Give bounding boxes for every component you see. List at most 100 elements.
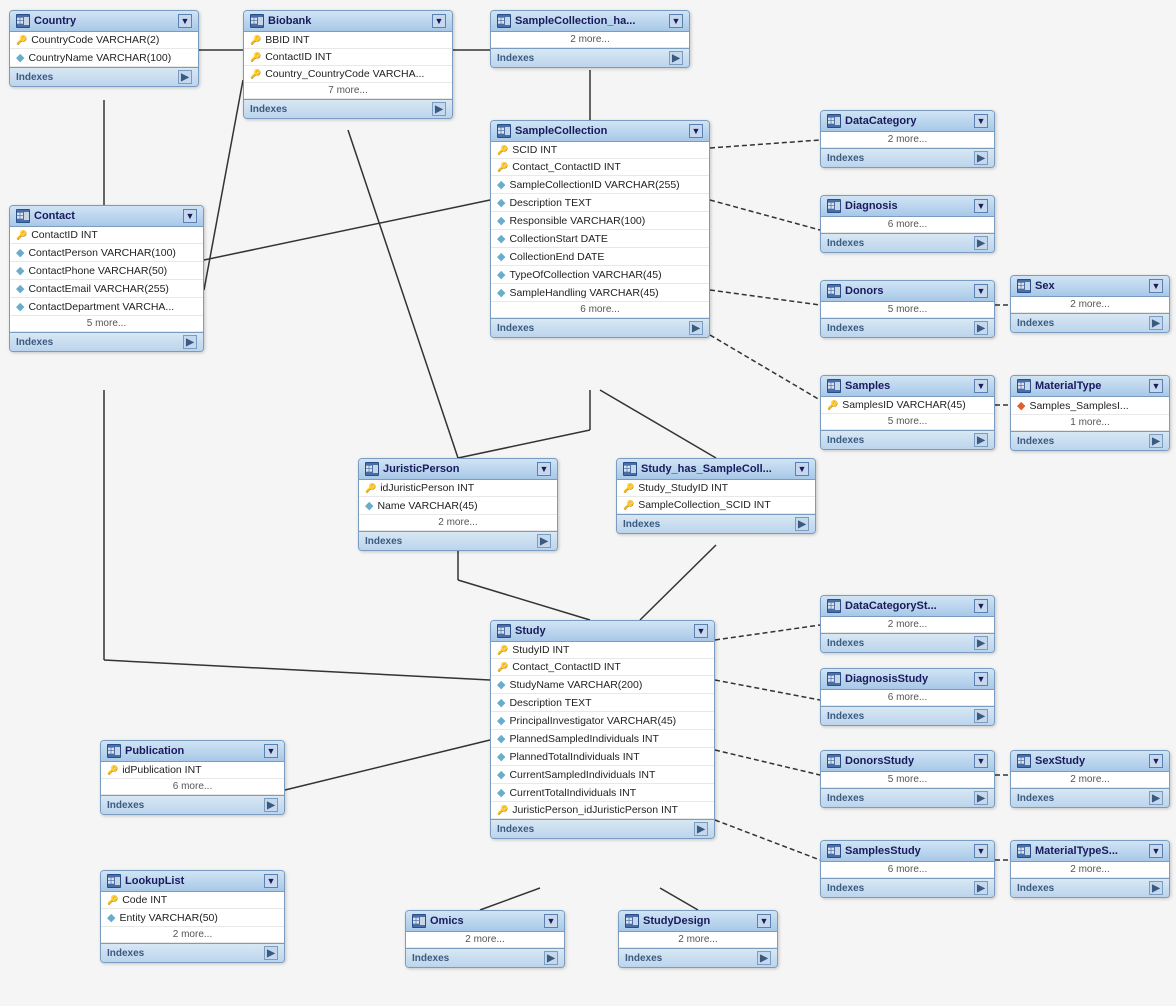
table-datacategory[interactable]: DataCategory▼2 more...Indexes▶ [820,110,995,168]
table-donorsstudy[interactable]: DonorsStudy▼5 more...Indexes▶ [820,750,995,808]
table-country[interactable]: Country▼🔑CountryCode VARCHAR(2)◆CountryN… [9,10,199,87]
key-icon: 🔑 [497,805,508,816]
table-materialtypes[interactable]: MaterialTypeS...▼2 more...Indexes▶ [1010,840,1170,898]
table-type-icon [1017,279,1031,293]
indexes-expand-button[interactable]: ▶ [689,321,703,335]
table-field-row: ◆Description TEXT [491,694,714,712]
table-samplecollection_ha[interactable]: SampleCollection_ha...▼2 more...Indexes▶ [490,10,690,68]
indexes-expand-button[interactable]: ▶ [757,951,771,965]
table-collapse-button[interactable]: ▼ [264,744,278,758]
table-collapse-button[interactable]: ▼ [1149,754,1163,768]
table-studydesign[interactable]: StudyDesign▼2 more...Indexes▶ [618,910,778,968]
indexes-expand-button[interactable]: ▶ [1149,881,1163,895]
table-sexstudy[interactable]: SexStudy▼2 more...Indexes▶ [1010,750,1170,808]
table-collapse-button[interactable]: ▼ [1149,844,1163,858]
field-name: Description TEXT [509,697,591,709]
indexes-expand-button[interactable]: ▶ [1149,316,1163,330]
table-contact[interactable]: Contact▼🔑ContactID INT◆ContactPerson VAR… [9,205,204,352]
indexes-expand-button[interactable]: ▶ [974,321,988,335]
indexes-expand-button[interactable]: ▶ [432,102,446,116]
table-collapse-button[interactable]: ▼ [974,599,988,613]
key-icon: 🔑 [623,500,634,511]
table-field-row: ◆ContactPhone VARCHAR(50) [10,262,203,280]
table-footer-diagnosis: Indexes▶ [821,233,994,252]
table-donors[interactable]: Donors▼5 more...Indexes▶ [820,280,995,338]
diamond-icon: ◆ [16,300,24,313]
table-fields-biobank: 🔑BBID INT🔑ContactID INT🔑Country_CountryC… [244,32,452,83]
table-collapse-button[interactable]: ▼ [264,874,278,888]
table-datacategoryst[interactable]: DataCategorySt...▼2 more...Indexes▶ [820,595,995,653]
table-collapse-button[interactable]: ▼ [694,624,708,638]
field-name: StudyName VARCHAR(200) [509,679,642,691]
table-collapse-button[interactable]: ▼ [183,209,197,223]
indexes-expand-button[interactable]: ▶ [974,791,988,805]
table-biobank[interactable]: Biobank▼🔑BBID INT🔑ContactID INT🔑Country_… [243,10,453,119]
table-footer-datacategory: Indexes▶ [821,148,994,167]
table-study[interactable]: Study▼🔑StudyID INT🔑Contact_ContactID INT… [490,620,715,839]
indexes-expand-button[interactable]: ▶ [264,946,278,960]
indexes-expand-button[interactable]: ▶ [537,534,551,548]
indexes-expand-button[interactable]: ▶ [264,798,278,812]
indexes-expand-button[interactable]: ▶ [694,822,708,836]
table-collapse-button[interactable]: ▼ [795,462,809,476]
indexes-expand-button[interactable]: ▶ [544,951,558,965]
table-field-row: ◆ContactDepartment VARCHA... [10,298,203,316]
table-collapse-button[interactable]: ▼ [669,14,683,28]
table-collapse-button[interactable]: ▼ [974,754,988,768]
table-field-row: 🔑JuristicPerson_idJuristicPerson INT [491,802,714,819]
table-collapse-button[interactable]: ▼ [757,914,771,928]
more-rows-indicator: 2 more... [1011,862,1169,878]
table-collapse-button[interactable]: ▼ [974,114,988,128]
indexes-label: Indexes [412,953,449,964]
table-fields-materialtype: ◆Samples_SamplesI... [1011,397,1169,415]
table-collapse-button[interactable]: ▼ [974,379,988,393]
table-collapse-button[interactable]: ▼ [178,14,192,28]
table-collapse-button[interactable]: ▼ [974,284,988,298]
indexes-expand-button[interactable]: ▶ [974,236,988,250]
indexes-expand-button[interactable]: ▶ [1149,791,1163,805]
table-collapse-button[interactable]: ▼ [974,844,988,858]
field-name: Name VARCHAR(45) [377,500,477,512]
table-collapse-button[interactable]: ▼ [689,124,703,138]
table-title-lookuplist: LookupList [125,875,184,887]
indexes-expand-button[interactable]: ▶ [974,636,988,650]
indexes-expand-button[interactable]: ▶ [178,70,192,84]
table-collapse-button[interactable]: ▼ [432,14,446,28]
table-collapse-button[interactable]: ▼ [1149,379,1163,393]
table-samplesstudy[interactable]: SamplesStudy▼6 more...Indexes▶ [820,840,995,898]
table-publication[interactable]: Publication▼🔑idPublication INT6 more...I… [100,740,285,815]
table-footer-donors: Indexes▶ [821,318,994,337]
indexes-expand-button[interactable]: ▶ [974,151,988,165]
table-sex[interactable]: Sex▼2 more...Indexes▶ [1010,275,1170,333]
indexes-expand-button[interactable]: ▶ [1149,434,1163,448]
table-diagnosisstudy[interactable]: DiagnosisStudy▼6 more...Indexes▶ [820,668,995,726]
indexes-expand-button[interactable]: ▶ [974,433,988,447]
table-collapse-button[interactable]: ▼ [974,672,988,686]
field-name: Contact_ContactID INT [512,161,621,173]
indexes-expand-button[interactable]: ▶ [974,881,988,895]
table-juristicperson[interactable]: JuristicPerson▼🔑idJuristicPerson INT◆Nam… [358,458,558,551]
table-lookuplist[interactable]: LookupList▼🔑Code INT◆Entity VARCHAR(50)2… [100,870,285,963]
table-materialtype[interactable]: MaterialType▼◆Samples_SamplesI...1 more.… [1010,375,1170,451]
table-diagnosis[interactable]: Diagnosis▼6 more...Indexes▶ [820,195,995,253]
table-collapse-button[interactable]: ▼ [974,199,988,213]
table-field-row: ◆PrincipalInvestigator VARCHAR(45) [491,712,714,730]
more-rows-indicator: 6 more... [101,779,284,795]
indexes-label: Indexes [107,948,144,959]
table-title-materialtype: MaterialType [1035,380,1101,392]
table-collapse-button[interactable]: ▼ [537,462,551,476]
table-collapse-button[interactable]: ▼ [1149,279,1163,293]
indexes-expand-button[interactable]: ▶ [974,709,988,723]
table-title-donors: Donors [845,285,884,297]
table-study_has_samplecoll[interactable]: Study_has_SampleColl...▼🔑Study_StudyID I… [616,458,816,534]
table-header-diagnosis: Diagnosis▼ [821,196,994,217]
indexes-expand-button[interactable]: ▶ [669,51,683,65]
indexes-expand-button[interactable]: ▶ [795,517,809,531]
table-collapse-button[interactable]: ▼ [544,914,558,928]
indexes-expand-button[interactable]: ▶ [183,335,197,349]
table-samples[interactable]: Samples▼🔑SamplesID VARCHAR(45)5 more...I… [820,375,995,450]
table-omics[interactable]: Omics▼2 more...Indexes▶ [405,910,565,968]
table-header-donors: Donors ▼ [821,281,994,302]
table-samplecollection[interactable]: SampleCollection▼🔑SCID INT🔑Contact_Conta… [490,120,710,338]
table-footer-studydesign: Indexes▶ [619,948,777,967]
